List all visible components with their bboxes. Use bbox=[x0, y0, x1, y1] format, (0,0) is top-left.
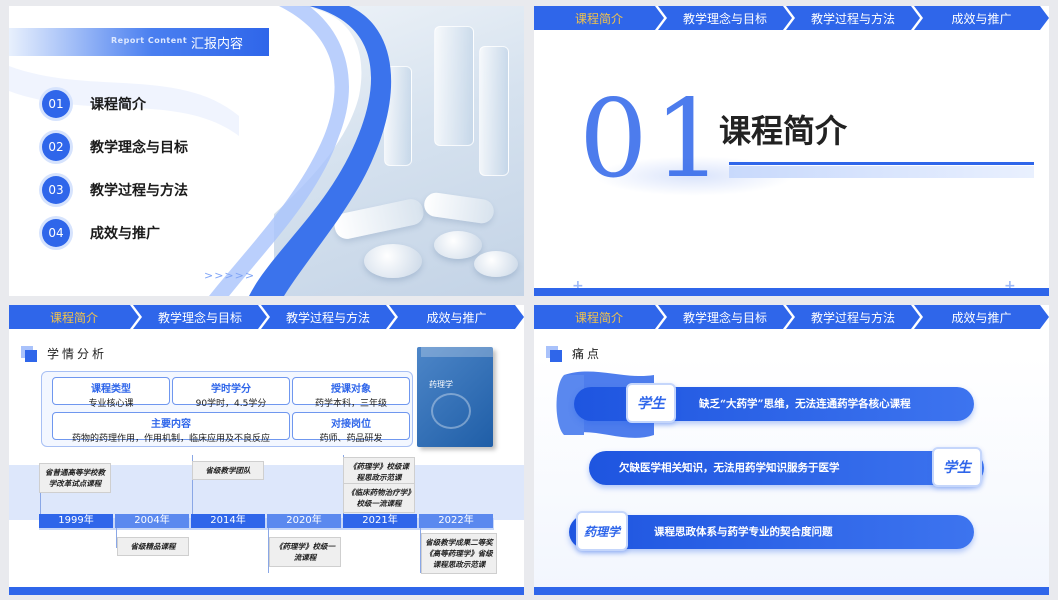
contents-item-3[interactable]: 03 教学过程与方法 bbox=[42, 176, 188, 204]
student-badge-icon: 学生 bbox=[932, 447, 982, 487]
header-title: 汇报内容 bbox=[191, 37, 244, 52]
pain-text: 欠缺医学相关知识，无法用药学知识服务于医学 bbox=[619, 462, 840, 474]
slide-pain-points[interactable]: 课程简介 教学理念与目标 教学过程与方法 成效与推广 痛点 缺乏“大药学”思维，… bbox=[534, 305, 1049, 595]
contents-item-1[interactable]: 01 课程简介 bbox=[42, 90, 146, 118]
section-title: 课程简介 bbox=[719, 112, 848, 150]
info-value: 药师、药品研发 bbox=[319, 434, 383, 444]
info-head: 授课对象 bbox=[331, 384, 371, 395]
pharmacology-badge-icon: 药理学 bbox=[576, 511, 628, 551]
timeline-card: 省级教学成果二等奖《高等药理学》省级课程思政示范课 bbox=[421, 533, 497, 574]
contents-item-2[interactable]: 02 教学理念与目标 bbox=[42, 133, 188, 161]
item-label: 教学过程与方法 bbox=[90, 183, 188, 199]
nav-bar: 课程简介 教学理念与目标 教学过程与方法 成效与推广 bbox=[9, 305, 524, 329]
info-head: 课程类型 bbox=[91, 384, 131, 395]
timeline-year: 2021年 bbox=[343, 514, 417, 528]
pain-point-3: 课程思政体系与药学专业的契合度问题 bbox=[569, 515, 974, 549]
item-number: 03 bbox=[42, 176, 70, 204]
course-info-panel: 课程类型 专业核心课 学时学分 90学时，4.5学分 授课对象 药学本科，三年级… bbox=[41, 371, 413, 447]
nav-tab-intro[interactable]: 课程简介 bbox=[9, 305, 139, 329]
info-hours: 学时学分 90学时，4.5学分 bbox=[172, 377, 290, 409]
item-label: 成效与推广 bbox=[90, 226, 160, 242]
nav-tab-intro[interactable]: 课程简介 bbox=[534, 6, 664, 30]
nav-tab-results[interactable]: 成效与推广 bbox=[389, 305, 524, 329]
header-english: Report Content bbox=[111, 36, 188, 45]
info-head: 学时学分 bbox=[211, 384, 251, 395]
info-audience: 授课对象 药学本科，三年级 bbox=[292, 377, 410, 409]
item-label: 教学理念与目标 bbox=[90, 140, 188, 156]
timeline-year: 2014年 bbox=[191, 514, 265, 528]
item-number: 04 bbox=[42, 219, 70, 247]
info-value: 药学本科，三年级 bbox=[314, 399, 387, 409]
footer-bar bbox=[534, 288, 1049, 296]
item-number: 01 bbox=[42, 90, 70, 118]
title-underline bbox=[729, 162, 1034, 165]
slide-learner-analysis[interactable]: 课程简介 教学理念与目标 教学过程与方法 成效与推广 学情分析 课程类型 专业核… bbox=[9, 305, 524, 595]
contents-header-band: Report Content 汇报内容 bbox=[9, 28, 269, 56]
contents-item-4[interactable]: 04 成效与推广 bbox=[42, 219, 160, 247]
pain-point-2: 欠缺医学相关知识，无法用药学知识服务于医学 bbox=[589, 451, 984, 485]
info-content: 主要内容 药物的药理作用，作用机制，临床应用及不良反应 bbox=[52, 412, 290, 444]
arrows-icon: >>>>> bbox=[204, 269, 256, 282]
book-title: 药理学 bbox=[429, 380, 453, 389]
info-value: 药物的药理作用，作用机制，临床应用及不良反应 bbox=[71, 434, 270, 444]
info-jobs: 对接岗位 药师、药品研发 bbox=[292, 412, 410, 444]
info-value: 专业核心课 bbox=[88, 399, 134, 409]
footer-bar bbox=[9, 587, 524, 595]
footer-bar bbox=[534, 587, 1049, 595]
timeline-year: 2022年 bbox=[419, 514, 493, 528]
timeline-card: 《药理学》校级一流课程 bbox=[269, 537, 341, 567]
section-number: 01 bbox=[579, 77, 729, 202]
timeline-year: 2020年 bbox=[267, 514, 341, 528]
title-underline-shade bbox=[729, 166, 1034, 178]
timeline-year: 2004年 bbox=[115, 514, 189, 528]
nav-bar: 课程简介 教学理念与目标 教学过程与方法 成效与推广 bbox=[534, 6, 1049, 30]
section-title: 学情分析 bbox=[47, 347, 108, 361]
nav-tab-results[interactable]: 成效与推广 bbox=[914, 6, 1049, 30]
timeline-year: 1999年 bbox=[39, 514, 113, 528]
timeline-card: 省级教学团队 bbox=[192, 461, 264, 480]
nav-tab-process[interactable]: 教学过程与方法 bbox=[786, 6, 920, 30]
info-course-type: 课程类型 专业核心课 bbox=[52, 377, 170, 409]
info-head: 主要内容 bbox=[151, 419, 191, 430]
nav-tab-process[interactable]: 教学过程与方法 bbox=[261, 305, 395, 329]
item-label: 课程简介 bbox=[90, 97, 146, 113]
slide-contents[interactable]: Report Content 汇报内容 01 课程简介 02 教学理念与目标 0… bbox=[9, 6, 524, 296]
timeline-card: 省普通高等学校教学改革试点课程 bbox=[39, 463, 111, 493]
item-number: 02 bbox=[42, 133, 70, 161]
student-badge-icon: 学生 bbox=[626, 383, 676, 423]
info-head: 对接岗位 bbox=[331, 419, 371, 430]
textbook-cover: 药理学 bbox=[417, 347, 493, 447]
slide-section-intro[interactable]: 课程简介 教学理念与目标 教学过程与方法 成效与推广 01 课程简介 + + bbox=[534, 6, 1049, 296]
info-value: 90学时，4.5学分 bbox=[195, 399, 267, 409]
pain-text: 课程思政体系与药学专业的契合度问题 bbox=[654, 526, 833, 538]
nav-tab-philosophy[interactable]: 教学理念与目标 bbox=[133, 305, 267, 329]
square-icon bbox=[25, 349, 37, 362]
pain-text: 缺乏“大药学”思维，无法连通药学各核心课程 bbox=[699, 398, 911, 410]
section-heading: 学情分析 bbox=[21, 345, 107, 362]
timeline-card: 省级精品课程 bbox=[117, 537, 189, 556]
timeline-card: 《临床药物治疗学》校级一流课程 bbox=[343, 483, 415, 513]
nav-tab-philosophy[interactable]: 教学理念与目标 bbox=[658, 6, 792, 30]
